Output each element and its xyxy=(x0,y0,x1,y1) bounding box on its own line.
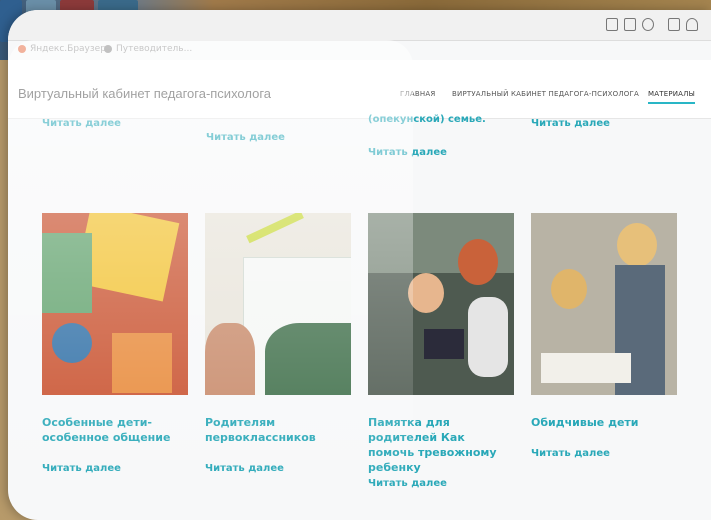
browser-window: Яндекс.Браузер Путеводитель... Виртуальн… xyxy=(8,10,711,520)
read-more-link[interactable]: Читать далее xyxy=(531,118,610,129)
nav-cabinet[interactable]: ВИРТУАЛЬНЫЙ КАБИНЕТ ПЕДАГОГА-ПСИХОЛОГА xyxy=(452,90,639,98)
browser-toolbar xyxy=(8,10,711,41)
globe-icon xyxy=(104,45,112,53)
card-title[interactable]: Обидчивые дети xyxy=(531,415,677,430)
bookmark-icon[interactable] xyxy=(606,18,618,31)
card-image-children[interactable] xyxy=(531,213,677,395)
read-more-link[interactable]: Читать далее xyxy=(368,478,447,489)
read-more-link[interactable]: Читать далее xyxy=(42,463,121,474)
read-more-link[interactable]: Читать далее xyxy=(368,147,447,158)
yandex-icon xyxy=(18,45,26,53)
card-image-writing[interactable] xyxy=(205,213,351,395)
tab-label: Яндекс.Браузер xyxy=(30,44,106,54)
tab-label: Путеводитель... xyxy=(116,44,193,54)
card-image-crafts[interactable] xyxy=(42,213,188,395)
site-header: Виртуальный кабинет педагога-психолога Г… xyxy=(8,60,711,119)
read-more-link[interactable]: Читать далее xyxy=(42,118,121,129)
read-more-link[interactable]: Читать далее xyxy=(531,448,610,459)
card-image-family[interactable] xyxy=(368,213,514,395)
nav-home[interactable]: ГЛАВНАЯ xyxy=(400,90,435,98)
browser-tab[interactable]: Путеводитель... xyxy=(104,40,192,58)
card-snippet: (опекунской) семье. xyxy=(368,114,486,125)
card-title[interactable]: Памятка для родителей Как помочь тревожн… xyxy=(368,415,514,475)
tablet-icon[interactable] xyxy=(668,18,680,31)
share-icon[interactable] xyxy=(624,18,636,31)
site-title[interactable]: Виртуальный кабинет педагога-психолога xyxy=(18,86,271,101)
read-more-link[interactable]: Читать далее xyxy=(206,132,285,143)
card-title[interactable]: Родителям первоклассников xyxy=(205,415,351,445)
nav-materials[interactable]: МАТЕРИАЛЫ xyxy=(648,90,696,104)
card-title[interactable]: Особенные дети-особенное общение xyxy=(42,415,188,445)
star-icon[interactable] xyxy=(642,18,654,31)
read-more-link[interactable]: Читать далее xyxy=(205,463,284,474)
browser-tab[interactable]: Яндекс.Браузер xyxy=(18,40,106,58)
profile-icon[interactable] xyxy=(686,18,698,31)
